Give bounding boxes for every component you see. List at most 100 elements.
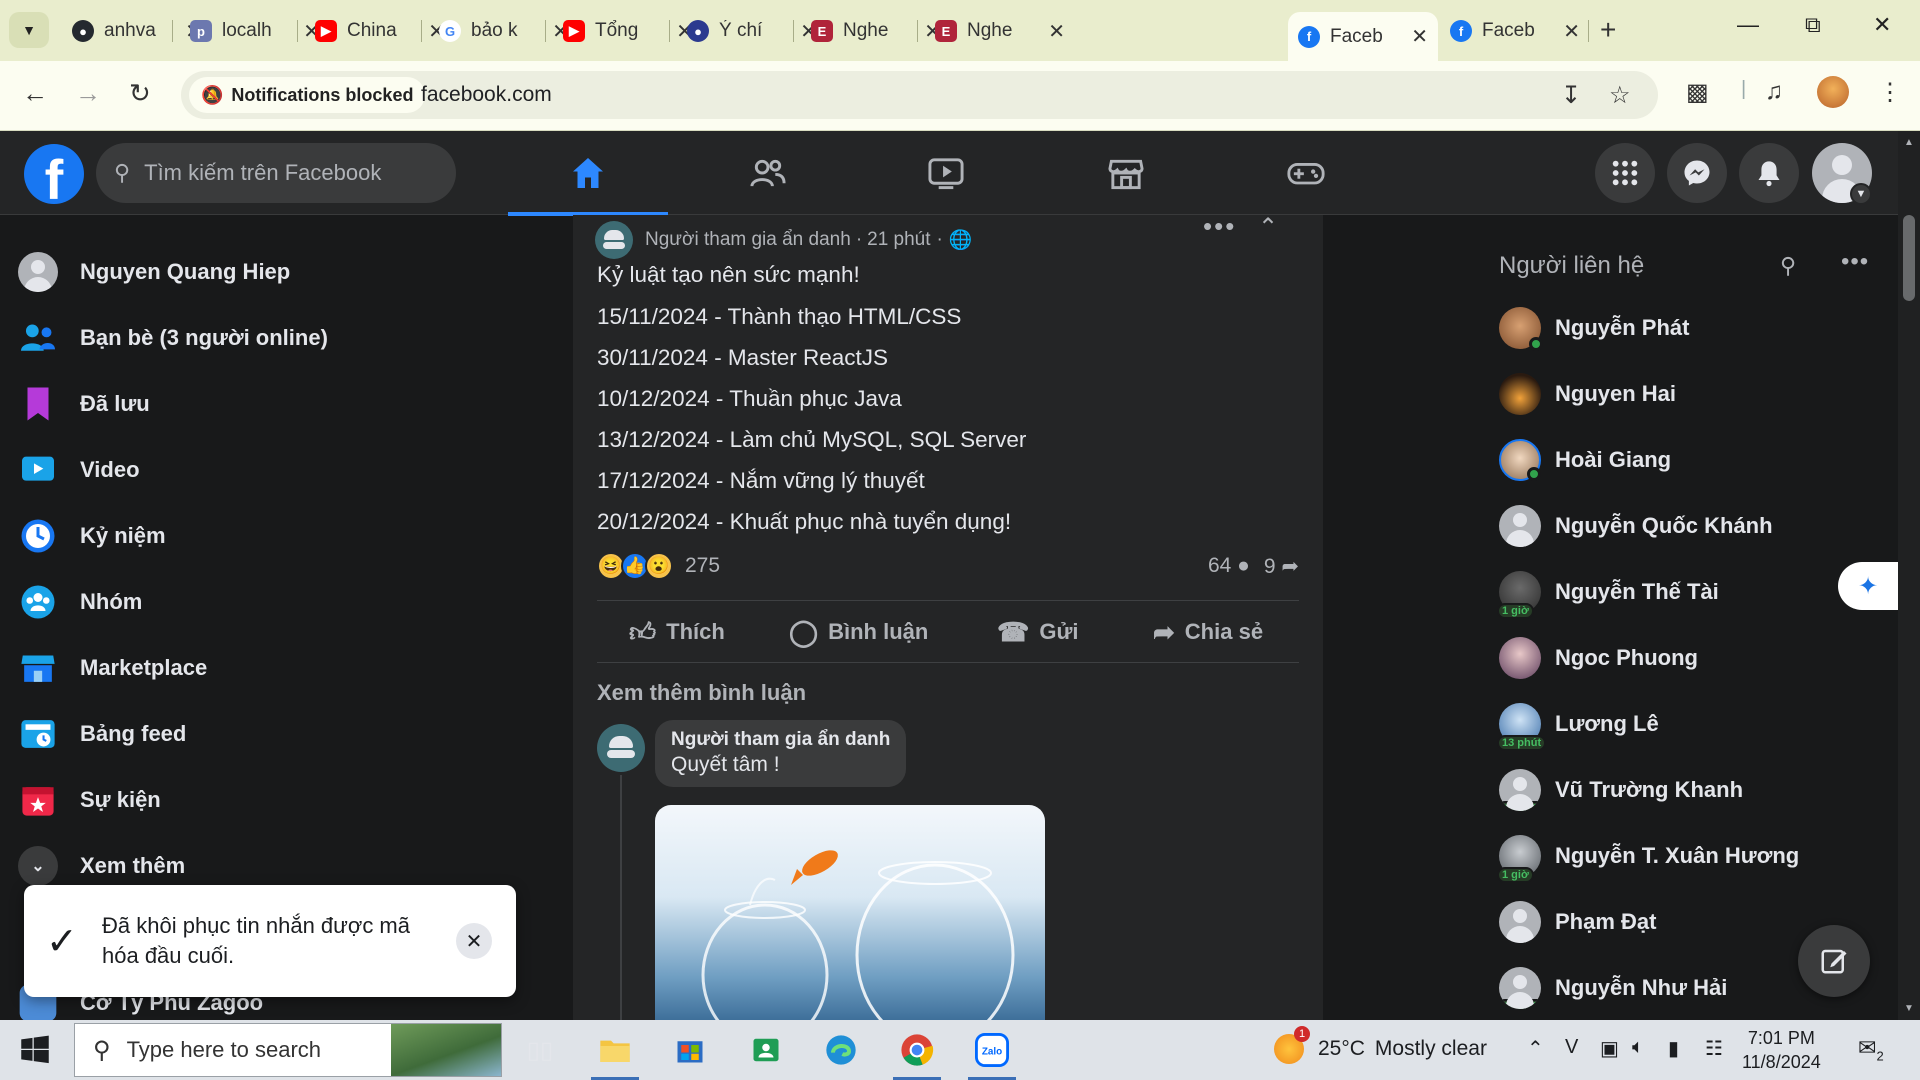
battery-icon[interactable]: ▮: [1668, 1036, 1679, 1061]
sidebar-item-friends[interactable]: Bạn bè (3 người online): [16, 308, 536, 368]
install-app-icon[interactable]: ↧: [1561, 81, 1581, 110]
browser-tab-active[interactable]: f Faceb ✕: [1288, 12, 1438, 61]
comment-count[interactable]: 64 ●: [1208, 554, 1250, 579]
close-icon[interactable]: ✕: [1048, 19, 1065, 44]
weather-widget[interactable]: 1 25°C Mostly clear: [1274, 1026, 1487, 1064]
facebook-logo[interactable]: f: [24, 144, 84, 204]
scroll-up-icon[interactable]: ▲: [1904, 137, 1914, 148]
scrollbar-thumb[interactable]: [1903, 215, 1915, 301]
sidebar-item-events[interactable]: Sự kiện: [16, 770, 536, 830]
chevron-up-icon[interactable]: ⌃: [1258, 215, 1278, 242]
minimize-button[interactable]: —: [1737, 12, 1759, 38]
reaction-summary[interactable]: 😆 👍 😮 275: [597, 552, 720, 580]
see-more-comments-link[interactable]: Xem thêm bình luận: [597, 680, 806, 706]
close-window-button[interactable]: ✕: [1873, 12, 1891, 38]
post-author[interactable]: Người tham gia ẩn danh: [645, 229, 851, 251]
ai-assistant-button[interactable]: ✦: [1838, 562, 1898, 610]
toast-close-button[interactable]: ✕: [456, 923, 492, 959]
tab-search-button[interactable]: ▼: [9, 12, 49, 48]
comment-author[interactable]: Người tham gia ẩn danh: [671, 729, 890, 751]
comment-image[interactable]: [655, 805, 1045, 1020]
sidebar-item-profile[interactable]: Nguyen Quang Hiep: [16, 242, 536, 302]
taskbar-search[interactable]: ⚲ Type here to search: [74, 1023, 502, 1077]
share-button[interactable]: ➦ Chia sẻ: [1153, 610, 1263, 654]
like-button[interactable]: 👍︎ Thích: [629, 610, 725, 654]
sidebar-item-feeds[interactable]: Bảng feed: [16, 704, 536, 764]
new-tab-button[interactable]: +: [1600, 14, 1616, 46]
facebook-search-input[interactable]: [144, 160, 425, 186]
page-scrollbar[interactable]: ▲ ▼: [1898, 131, 1920, 1020]
chrome-button[interactable]: [887, 1025, 947, 1080]
start-button[interactable]: [20, 1035, 50, 1070]
file-explorer-button[interactable]: [585, 1025, 645, 1080]
nav-tab-friends[interactable]: [688, 131, 848, 215]
contact-item[interactable]: Nguyễn Phát: [1499, 303, 1859, 353]
search-contacts-icon[interactable]: ⚲: [1780, 253, 1796, 279]
contact-item[interactable]: Nguyen Hai: [1499, 369, 1859, 419]
contact-avatar: 20 phút: [1499, 769, 1541, 811]
browser-tab[interactable]: f Faceb ✕: [1440, 12, 1590, 50]
zalo-button[interactable]: Zalo: [962, 1025, 1022, 1080]
notification-center-button[interactable]: ✉2: [1858, 1035, 1884, 1063]
url-text[interactable]: facebook.com: [421, 83, 552, 107]
menu-button[interactable]: [1595, 143, 1655, 203]
share-count[interactable]: 9 ➦: [1264, 554, 1299, 579]
nav-tab-gaming[interactable]: [1226, 131, 1386, 215]
post-options-icon[interactable]: •••: [1203, 215, 1236, 242]
anonymous-avatar[interactable]: [595, 221, 633, 259]
contact-item[interactable]: 20 phút Vũ Trường Khanh: [1499, 765, 1859, 815]
contact-item[interactable]: 13 phút Lương Lê: [1497, 699, 1859, 751]
vpn-icon[interactable]: V: [1565, 1036, 1578, 1059]
scroll-down-icon[interactable]: ▼: [1904, 1003, 1914, 1014]
contact-item[interactable]: 1 giờ Nguyễn T. Xuân Hương: [1497, 831, 1859, 883]
windows-logo-icon: [21, 1035, 49, 1064]
forward-button[interactable]: →: [75, 78, 101, 109]
media-control-icon[interactable]: ♫: [1765, 78, 1783, 106]
nav-tab-home[interactable]: [508, 131, 668, 216]
back-button[interactable]: ←: [22, 78, 48, 109]
restore-button[interactable]: ⧉: [1805, 12, 1821, 38]
send-button[interactable]: ☎ Gửi: [997, 610, 1079, 654]
last-active-badge: 47 phút: [1499, 999, 1541, 1009]
notifications-button[interactable]: [1739, 143, 1799, 203]
close-icon[interactable]: ✕: [1563, 19, 1580, 44]
store-button[interactable]: [660, 1025, 720, 1075]
sidebar-item-memories[interactable]: Kỷ niệm: [16, 506, 536, 566]
contacts-options-icon[interactable]: •••: [1841, 248, 1869, 276]
taskbar-clock[interactable]: 7:01 PM 11/8/2024: [1742, 1026, 1821, 1074]
tray-chevron-icon[interactable]: ⌃: [1527, 1036, 1544, 1061]
comment-avatar[interactable]: [597, 724, 645, 772]
contact-item[interactable]: Nguyễn Quốc Khánh: [1499, 501, 1859, 551]
nav-tab-watch[interactable]: [866, 131, 1026, 215]
language-globe-icon[interactable]: ☷: [1705, 1036, 1723, 1061]
close-icon[interactable]: ✕: [1411, 24, 1428, 49]
contact-item[interactable]: Ngoc Phuong: [1499, 633, 1859, 683]
contact-item[interactable]: Hoài Giang: [1499, 435, 1859, 485]
volume-icon[interactable]: 🔈︎: [1632, 1036, 1644, 1059]
comment-text: Quyết tâm !: [671, 753, 780, 776]
messenger-button[interactable]: [1667, 143, 1727, 203]
chevron-down-icon[interactable]: ▼: [1850, 183, 1872, 205]
comment-button[interactable]: ◯ Bình luận: [789, 610, 928, 654]
browser-profile-avatar[interactable]: [1817, 76, 1849, 108]
reload-button[interactable]: ↻: [129, 78, 151, 109]
notifications-blocked-chip[interactable]: 🔕 Notifications blocked: [189, 77, 426, 113]
facebook-search[interactable]: ⚲: [96, 143, 456, 203]
new-message-button[interactable]: [1798, 925, 1870, 997]
device-icon[interactable]: ▣: [1600, 1036, 1619, 1061]
contacts-app-button[interactable]: [736, 1025, 796, 1075]
contact-item[interactable]: 1 giờ Nguyễn Thế Tài: [1497, 567, 1859, 619]
sidebar-item-saved[interactable]: Đã lưu: [16, 374, 536, 434]
sidebar-item-video[interactable]: Video: [16, 440, 536, 500]
browser-menu-icon[interactable]: ⋮: [1878, 78, 1902, 107]
sidebar-item-groups[interactable]: Nhóm: [16, 572, 536, 632]
browser-tab[interactable]: E Nghe ✕: [925, 12, 1075, 50]
nav-tab-marketplace[interactable]: [1046, 131, 1206, 215]
task-view-button[interactable]: ▯▯: [510, 1025, 570, 1075]
address-bar[interactable]: 🔕 Notifications blocked facebook.com ↧ ☆: [181, 71, 1658, 119]
bookmark-star-icon[interactable]: ☆: [1609, 81, 1631, 110]
extensions-icon[interactable]: ▩: [1686, 78, 1709, 107]
post-time[interactable]: 21 phút: [867, 229, 930, 251]
edge-button[interactable]: [811, 1025, 871, 1075]
sidebar-item-marketplace[interactable]: Marketplace: [16, 638, 536, 698]
